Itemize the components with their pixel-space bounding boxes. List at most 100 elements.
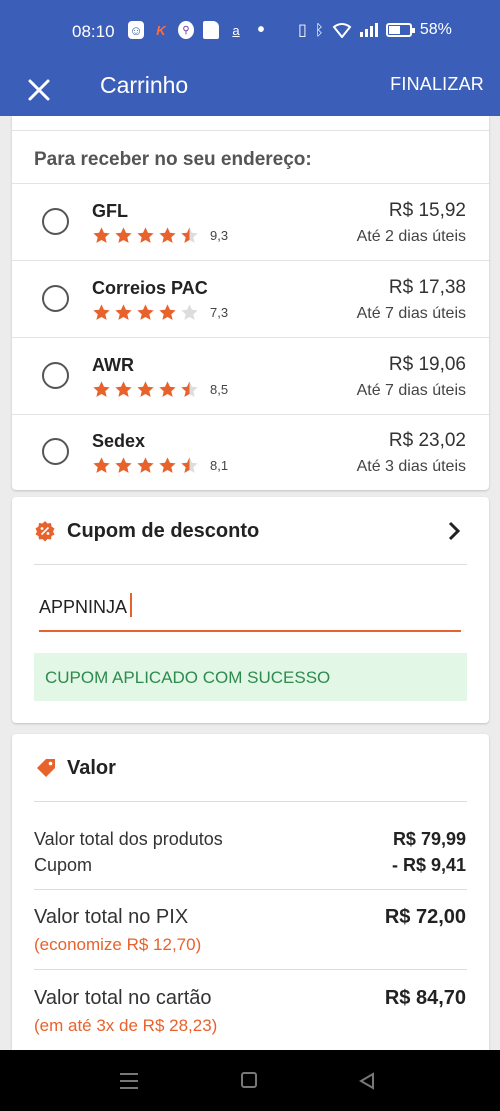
system-navigation-bar <box>0 1050 500 1111</box>
delivery-time: Até 7 dias úteis <box>356 305 466 322</box>
carrier-name: GFL <box>92 201 128 221</box>
signal-icon <box>359 23 378 37</box>
products-total-label: Valor total dos produtos <box>34 829 223 849</box>
price-tag-icon <box>37 759 55 777</box>
k-app-icon: K <box>156 22 166 38</box>
pix-savings-note: (economize R$ 12,70) <box>34 935 202 954</box>
delivery-time: Até 7 dias úteis <box>356 382 466 399</box>
status-time: 08:10 <box>72 22 115 41</box>
message-app-icon: ☺ <box>128 21 144 39</box>
rating-score: 9,3 <box>210 228 229 243</box>
carrier-name: Sedex <box>92 431 146 451</box>
divider <box>34 564 467 565</box>
amazon-app-icon: a <box>232 22 240 38</box>
carrier-name: AWR <box>92 355 134 375</box>
pix-total-value: R$ 72,00 <box>384 906 466 928</box>
shipping-card: Para receber no seu endereço: GFL 9,3 R$… <box>12 116 489 490</box>
radio-button[interactable] <box>42 208 69 235</box>
delivery-time: Até 2 dias úteis <box>356 228 466 245</box>
shipping-price: R$ 19,06 <box>388 354 466 375</box>
star-full-icon <box>159 227 176 243</box>
shipping-price: R$ 15,92 <box>388 200 466 221</box>
coupon-discount-value: - R$ 9,41 <box>391 855 466 875</box>
shipping-heading: Para receber no seu endereço: <box>34 149 312 170</box>
vibrate-icon: ▯ <box>298 22 307 39</box>
totals-card: Valor Valor total dos produtos R$ 79,99 … <box>12 734 489 1064</box>
finalize-button[interactable]: FINALIZAR <box>390 74 484 95</box>
coupon-input[interactable]: APPNINJA <box>39 592 461 632</box>
rating-stars: 8,1 <box>92 456 228 475</box>
status-bar: 08:10 ☺ K ⚲ a • ▯ ᛒ 58% <box>0 0 500 62</box>
shipping-option[interactable]: AWR 8,5 R$ 19,06 Até 7 dias úteis <box>12 338 489 415</box>
star-full-icon <box>137 304 154 320</box>
rating-stars: 9,3 <box>92 226 228 245</box>
star-half-icon <box>181 381 198 397</box>
chevron-right-icon[interactable] <box>447 521 461 541</box>
star-half-icon <box>181 227 198 243</box>
star-full-icon <box>159 381 176 397</box>
close-icon[interactable] <box>26 75 52 105</box>
coupon-success-message: CUPOM APLICADO COM SUCESSO <box>34 653 467 701</box>
app-bar: Carrinho FINALIZAR <box>0 62 500 116</box>
star-full-icon <box>159 304 176 320</box>
wifi-icon <box>332 23 352 38</box>
rating-stars: 8,5 <box>92 380 228 399</box>
star-full-icon <box>115 227 132 243</box>
coupon-code-value: APPNINJA <box>39 597 128 617</box>
coupon-card: Cupom de desconto APPNINJA CUPOM APLICAD… <box>12 497 489 723</box>
home-button[interactable] <box>241 1072 257 1088</box>
card-total-value: R$ 84,70 <box>384 987 466 1009</box>
shipping-option[interactable]: GFL 9,3 R$ 15,92 Até 2 dias úteis <box>12 184 489 261</box>
star-full-icon <box>115 457 132 473</box>
star-full-icon <box>115 304 132 320</box>
divider <box>34 969 467 970</box>
rating-stars: 7,3 <box>92 303 228 322</box>
battery-percent: 58% <box>419 21 452 38</box>
star-half-icon <box>181 457 198 473</box>
star-full-icon <box>93 381 110 397</box>
battery-icon <box>385 23 415 37</box>
discount-badge-icon <box>35 521 55 542</box>
star-empty-icon <box>181 304 198 320</box>
shipping-option[interactable]: Correios PAC 7,3 R$ 17,38 Até 7 dias úte… <box>12 261 489 338</box>
star-full-icon <box>93 304 110 320</box>
text-cursor <box>130 593 133 617</box>
coupon-label: Cupom <box>34 855 93 875</box>
star-full-icon <box>159 457 176 473</box>
pix-total-label: Valor total no PIX <box>34 906 189 928</box>
bluetooth-icon: ᛒ <box>314 21 324 39</box>
back-button[interactable] <box>358 1072 376 1090</box>
shipping-price: R$ 23,02 <box>388 430 466 451</box>
radio-button[interactable] <box>42 438 69 465</box>
more-notifications-icon: • <box>257 18 265 41</box>
system-icons: ▯ ᛒ 58% <box>298 20 452 40</box>
rating-score: 8,5 <box>210 382 229 397</box>
coupon-heading: Cupom de desconto <box>67 520 260 542</box>
star-full-icon <box>115 381 132 397</box>
notification-icons: ☺ K ⚲ a • <box>128 18 269 41</box>
star-full-icon <box>137 381 154 397</box>
products-total-value: R$ 79,99 <box>392 829 466 849</box>
rating-score: 7,3 <box>210 305 229 320</box>
search-app-icon: ⚲ <box>178 21 194 39</box>
document-app-icon <box>203 21 219 39</box>
page-title: Carrinho <box>100 72 189 98</box>
rating-score: 8,1 <box>210 458 229 473</box>
totals-heading: Valor <box>67 757 116 779</box>
divider <box>12 130 489 131</box>
radio-button[interactable] <box>42 285 69 312</box>
star-full-icon <box>93 227 110 243</box>
star-full-icon <box>137 457 154 473</box>
star-full-icon <box>137 227 154 243</box>
star-full-icon <box>93 457 110 473</box>
recent-apps-button[interactable] <box>120 1073 138 1094</box>
radio-button[interactable] <box>42 362 69 389</box>
delivery-time: Até 3 dias úteis <box>356 458 466 475</box>
carrier-name: Correios PAC <box>92 278 208 298</box>
shipping-price: R$ 17,38 <box>388 277 466 298</box>
card-total-label: Valor total no cartão <box>34 987 212 1009</box>
divider <box>34 889 467 890</box>
shipping-option[interactable]: Sedex 8,1 R$ 23,02 Até 3 dias úteis <box>12 414 489 491</box>
card-installments-note: (em até 3x de R$ 28,23) <box>34 1016 218 1035</box>
divider <box>34 801 467 802</box>
